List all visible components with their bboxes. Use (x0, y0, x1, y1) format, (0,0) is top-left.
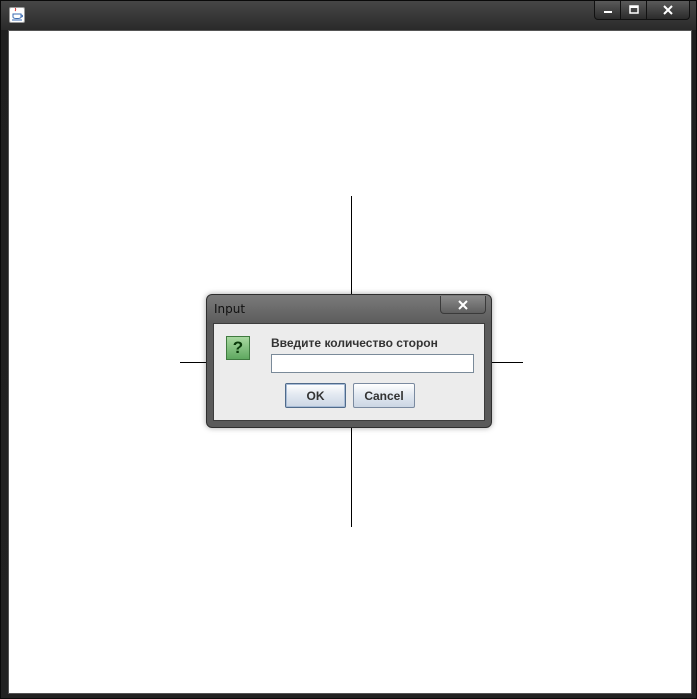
dialog-body: ? Введите количество сторон OK Cancel (213, 323, 485, 421)
input-dialog: Input ? Введите количество сторон OK Can… (206, 294, 492, 428)
close-icon (458, 299, 468, 310)
cancel-button[interactable]: Cancel (353, 383, 415, 408)
close-icon (663, 5, 673, 15)
dialog-title: Input (214, 302, 246, 316)
java-app-icon (9, 7, 25, 23)
maximize-button[interactable] (621, 1, 647, 20)
dialog-prompt: Введите количество сторон (271, 336, 438, 350)
maximize-icon (628, 5, 639, 14)
close-button[interactable] (647, 1, 690, 20)
minimize-icon (603, 11, 612, 13)
window-controls (594, 1, 690, 21)
window-titlebar[interactable] (1, 1, 696, 30)
dialog-close-button[interactable] (440, 296, 486, 314)
ok-button[interactable]: OK (285, 383, 346, 408)
sides-count-input[interactable] (271, 354, 474, 373)
minimize-button[interactable] (594, 1, 621, 20)
question-icon: ? (226, 336, 250, 360)
